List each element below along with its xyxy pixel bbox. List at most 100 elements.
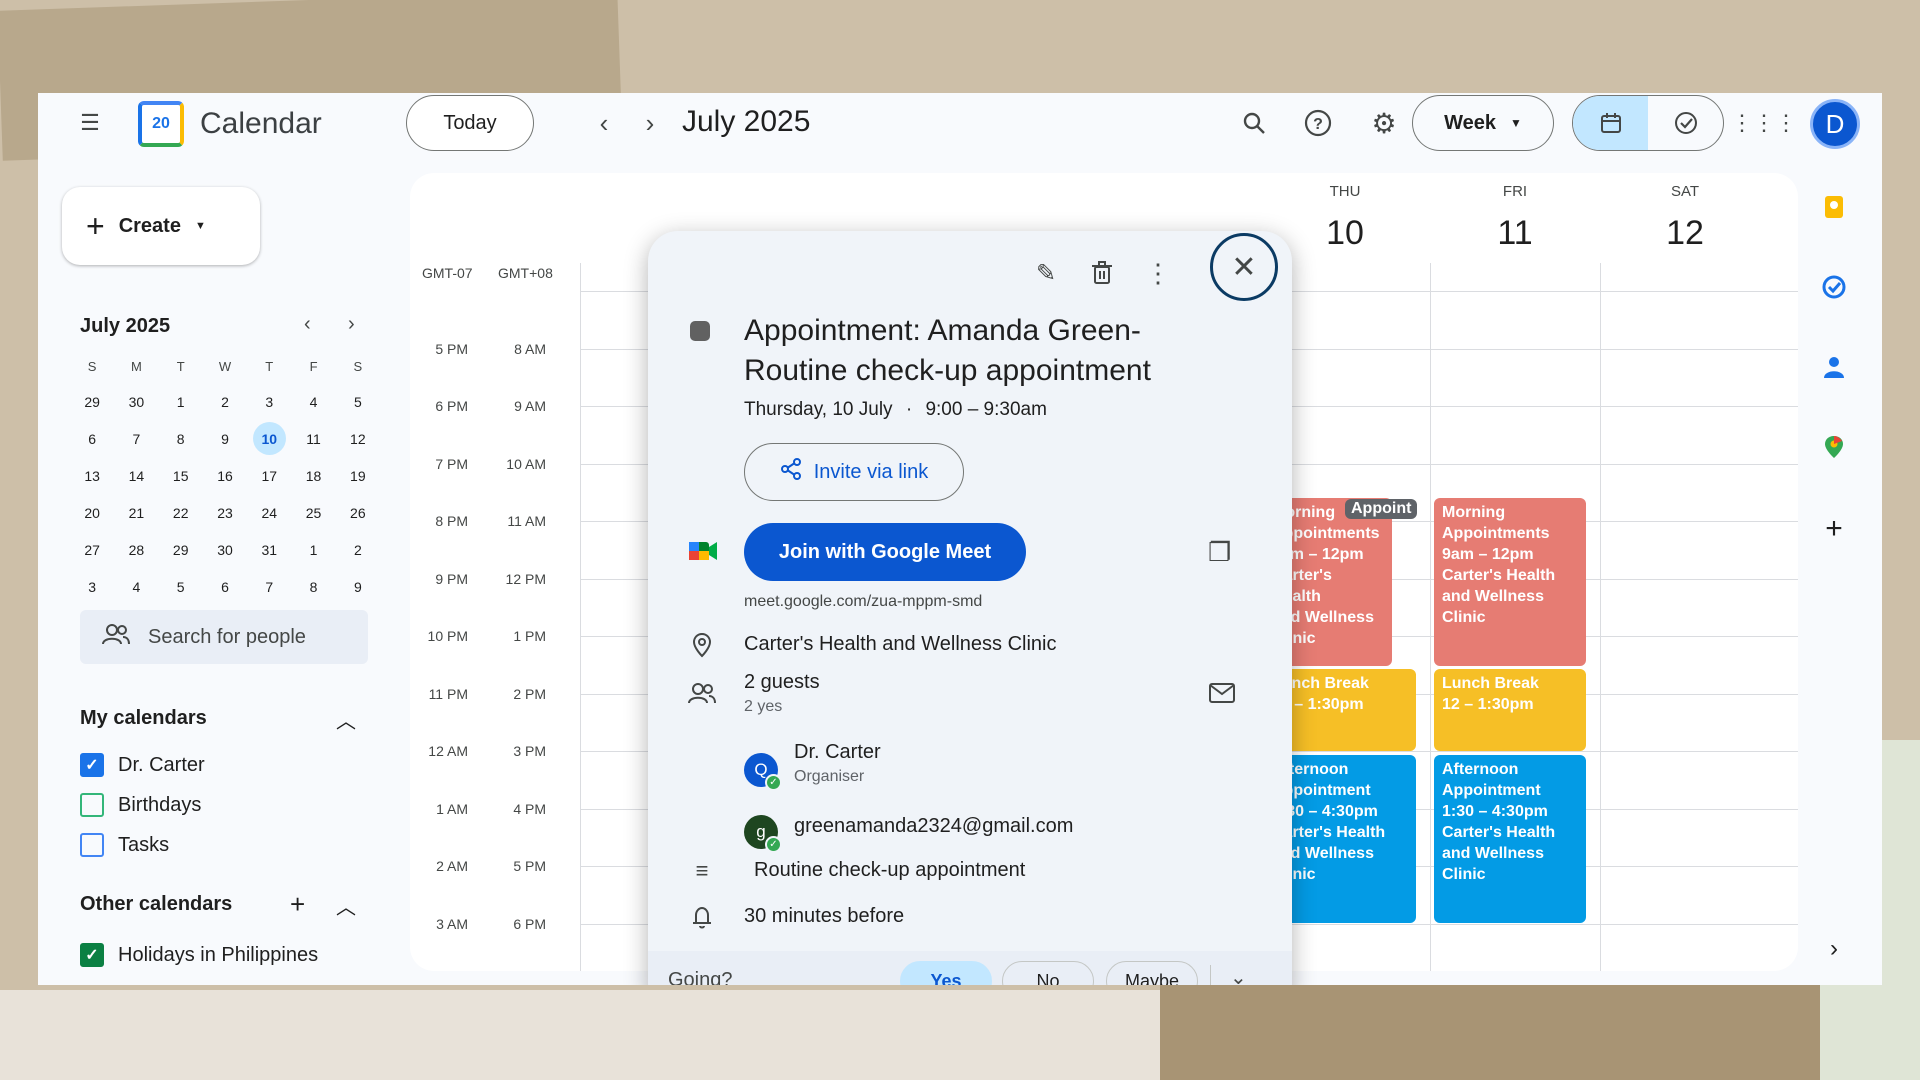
mini-calendar-day[interactable]: 8: [159, 422, 203, 455]
mini-calendar-day[interactable]: 6: [70, 422, 114, 455]
mini-calendar-day[interactable]: 2: [336, 533, 380, 566]
mini-calendar-day[interactable]: 19: [336, 459, 380, 492]
account-avatar[interactable]: D: [1810, 99, 1860, 149]
mini-calendar-day[interactable]: 24: [247, 496, 291, 529]
mini-calendar-day[interactable]: 6: [203, 570, 247, 603]
mini-calendar-day[interactable]: 28: [114, 533, 158, 566]
mini-calendar-day[interactable]: 9: [203, 422, 247, 455]
day-header[interactable]: FRI 11: [1455, 183, 1575, 253]
next-week-icon[interactable]: ›: [630, 103, 670, 143]
mini-calendar-day[interactable]: 9: [336, 570, 380, 603]
get-add-ons-icon[interactable]: +: [1818, 512, 1850, 545]
mini-calendar-day[interactable]: 26: [336, 496, 380, 529]
mini-calendar-next-icon[interactable]: ›: [348, 313, 355, 336]
mini-calendar-day[interactable]: 2: [203, 385, 247, 418]
close-icon[interactable]: ✕: [1210, 233, 1278, 301]
event-lunch-break-fri[interactable]: Lunch Break 12 – 1:30pm: [1434, 669, 1586, 751]
mini-calendar-day[interactable]: 11: [291, 422, 335, 455]
expand-side-panel-icon[interactable]: ›: [1818, 933, 1850, 965]
mini-calendar-day[interactable]: 1: [291, 533, 335, 566]
mini-calendar-day[interactable]: 13: [70, 459, 114, 492]
mini-calendar-day[interactable]: 21: [114, 496, 158, 529]
keep-icon[interactable]: [1818, 191, 1850, 223]
main-menu-icon[interactable]: ☰: [70, 103, 110, 143]
view-selector[interactable]: Week ▼: [1412, 95, 1554, 151]
contacts-icon[interactable]: [1818, 351, 1850, 383]
guest-entry[interactable]: Dr. Carter Organiser: [794, 741, 881, 786]
mini-calendar-day[interactable]: 12: [336, 422, 380, 455]
mini-calendar-day[interactable]: 7: [247, 570, 291, 603]
rsvp-no-button[interactable]: No: [1002, 961, 1094, 985]
mini-calendar-day[interactable]: 23: [203, 496, 247, 529]
search-people-input[interactable]: Search for people: [80, 610, 368, 664]
mini-calendar-day[interactable]: 16: [203, 459, 247, 492]
mini-calendar-day[interactable]: 3: [247, 385, 291, 418]
mini-calendar-day[interactable]: 3: [70, 570, 114, 603]
calendar-list-item[interactable]: Birthdays: [80, 793, 201, 817]
previous-week-icon[interactable]: ‹: [584, 103, 624, 143]
mini-calendar-day[interactable]: 30: [114, 385, 158, 418]
search-icon[interactable]: [1234, 103, 1274, 143]
mini-calendar-day[interactable]: 25: [291, 496, 335, 529]
mini-calendar-day[interactable]: 7: [114, 422, 158, 455]
day-header[interactable]: SAT 12: [1625, 183, 1745, 253]
guest-entry[interactable]: greenamanda2324@gmail.com: [794, 815, 1073, 838]
rsvp-yes-button[interactable]: Yes: [900, 961, 992, 985]
event-text-line: Morning: [1442, 504, 1506, 521]
email-guests-icon[interactable]: [1208, 679, 1236, 707]
mini-calendar-day[interactable]: 29: [70, 385, 114, 418]
mini-calendar-day[interactable]: 20: [70, 496, 114, 529]
mini-calendar-day[interactable]: 29: [159, 533, 203, 566]
google-apps-grid-icon[interactable]: ⋮⋮⋮: [1731, 103, 1797, 143]
tasks-icon[interactable]: [1818, 271, 1850, 303]
help-icon[interactable]: ?: [1298, 103, 1338, 143]
calendar-checkbox[interactable]: ✓: [80, 753, 104, 777]
rsvp-maybe-button[interactable]: Maybe: [1106, 961, 1198, 985]
event-appointment-chip-thu[interactable]: Appoint: [1345, 499, 1418, 519]
day-column-divider: [1430, 263, 1431, 971]
mini-calendar-day[interactable]: 15: [159, 459, 203, 492]
tasks-view-icon[interactable]: [1648, 96, 1723, 150]
mini-calendar-day[interactable]: 1: [159, 385, 203, 418]
calendar-list-item[interactable]: Tasks: [80, 833, 169, 857]
edit-event-icon[interactable]: ✎: [1024, 251, 1068, 295]
maps-icon[interactable]: [1818, 431, 1850, 463]
event-afternoon-appointment-fri[interactable]: Afternoon Appointment 1:30 – 4:30pm Carter'…: [1434, 755, 1586, 923]
mini-calendar-day[interactable]: 5: [336, 385, 380, 418]
mini-calendar-day[interactable]: 4: [114, 570, 158, 603]
event-morning-appointments-fri[interactable]: Morning Appointments 9am – 12pm Carter's He…: [1434, 498, 1586, 666]
today-button[interactable]: Today: [406, 95, 534, 151]
mini-calendar-day[interactable]: 4: [291, 385, 335, 418]
day-header-date: 12: [1666, 214, 1704, 252]
calendar-view-icon[interactable]: [1573, 96, 1648, 150]
mini-calendar-day[interactable]: 17: [247, 459, 291, 492]
mini-calendar-day[interactable]: 18: [291, 459, 335, 492]
mini-calendar-day[interactable]: 27: [70, 533, 114, 566]
calendar-list-item[interactable]: ✓ Holidays in Philippines: [80, 943, 318, 967]
calendar-checkbox[interactable]: ✓: [80, 943, 104, 967]
day-header[interactable]: THU 10: [1285, 183, 1405, 253]
mini-calendar-day[interactable]: 31: [247, 533, 291, 566]
add-other-calendar-icon[interactable]: +: [290, 889, 305, 920]
mini-calendar-day[interactable]: 22: [159, 496, 203, 529]
invite-via-link-button[interactable]: Invite via link: [744, 443, 964, 501]
create-button[interactable]: + Create ▼: [62, 187, 260, 265]
mini-calendar-day[interactable]: 30: [203, 533, 247, 566]
calendar-checkbox[interactable]: [80, 833, 104, 857]
delete-event-icon[interactable]: [1080, 251, 1124, 295]
calendar-checkbox[interactable]: [80, 793, 104, 817]
collapse-my-calendars-icon[interactable]: ︿: [336, 705, 356, 734]
more-options-icon[interactable]: ⋮: [1136, 251, 1180, 295]
rsvp-options-chevron-icon[interactable]: ⌄: [1230, 965, 1247, 985]
collapse-other-calendars-icon[interactable]: ︿: [336, 891, 356, 920]
meet-url[interactable]: meet.google.com/zua-mppm-smd: [744, 593, 982, 611]
mini-calendar-day[interactable]: 10: [252, 422, 286, 455]
mini-calendar-day[interactable]: 8: [291, 570, 335, 603]
settings-gear-icon[interactable]: ⚙: [1364, 103, 1404, 143]
calendar-list-item[interactable]: ✓ Dr. Carter: [80, 753, 205, 777]
join-google-meet-button[interactable]: Join with Google Meet: [744, 523, 1026, 581]
mini-calendar-prev-icon[interactable]: ‹: [304, 313, 311, 336]
mini-calendar-day[interactable]: 14: [114, 459, 158, 492]
mini-calendar-day[interactable]: 5: [159, 570, 203, 603]
copy-meeting-link-icon[interactable]: ❐: [1208, 537, 1231, 568]
